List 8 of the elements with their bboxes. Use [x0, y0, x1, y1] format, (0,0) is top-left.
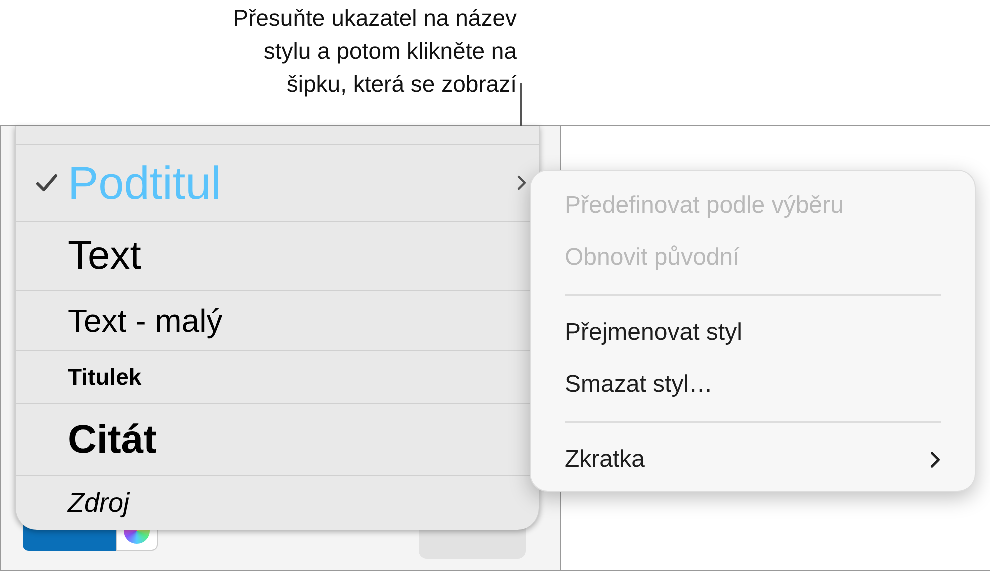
chevron-icon	[517, 175, 527, 191]
menu-item[interactable]: Přejmenovat styl	[565, 307, 941, 359]
chevron-icon	[930, 451, 941, 469]
menu-item[interactable]: Smazat styl…	[565, 359, 941, 411]
checkmark-icon	[36, 173, 58, 193]
callout-text: Přesuňte ukazatel na název stylu a potom klikněte na šipku, která se zobrazí	[233, 4, 517, 99]
menu-item[interactable]: Zkratka	[565, 434, 941, 486]
style-item[interactable]: Zdroj	[16, 476, 539, 530]
